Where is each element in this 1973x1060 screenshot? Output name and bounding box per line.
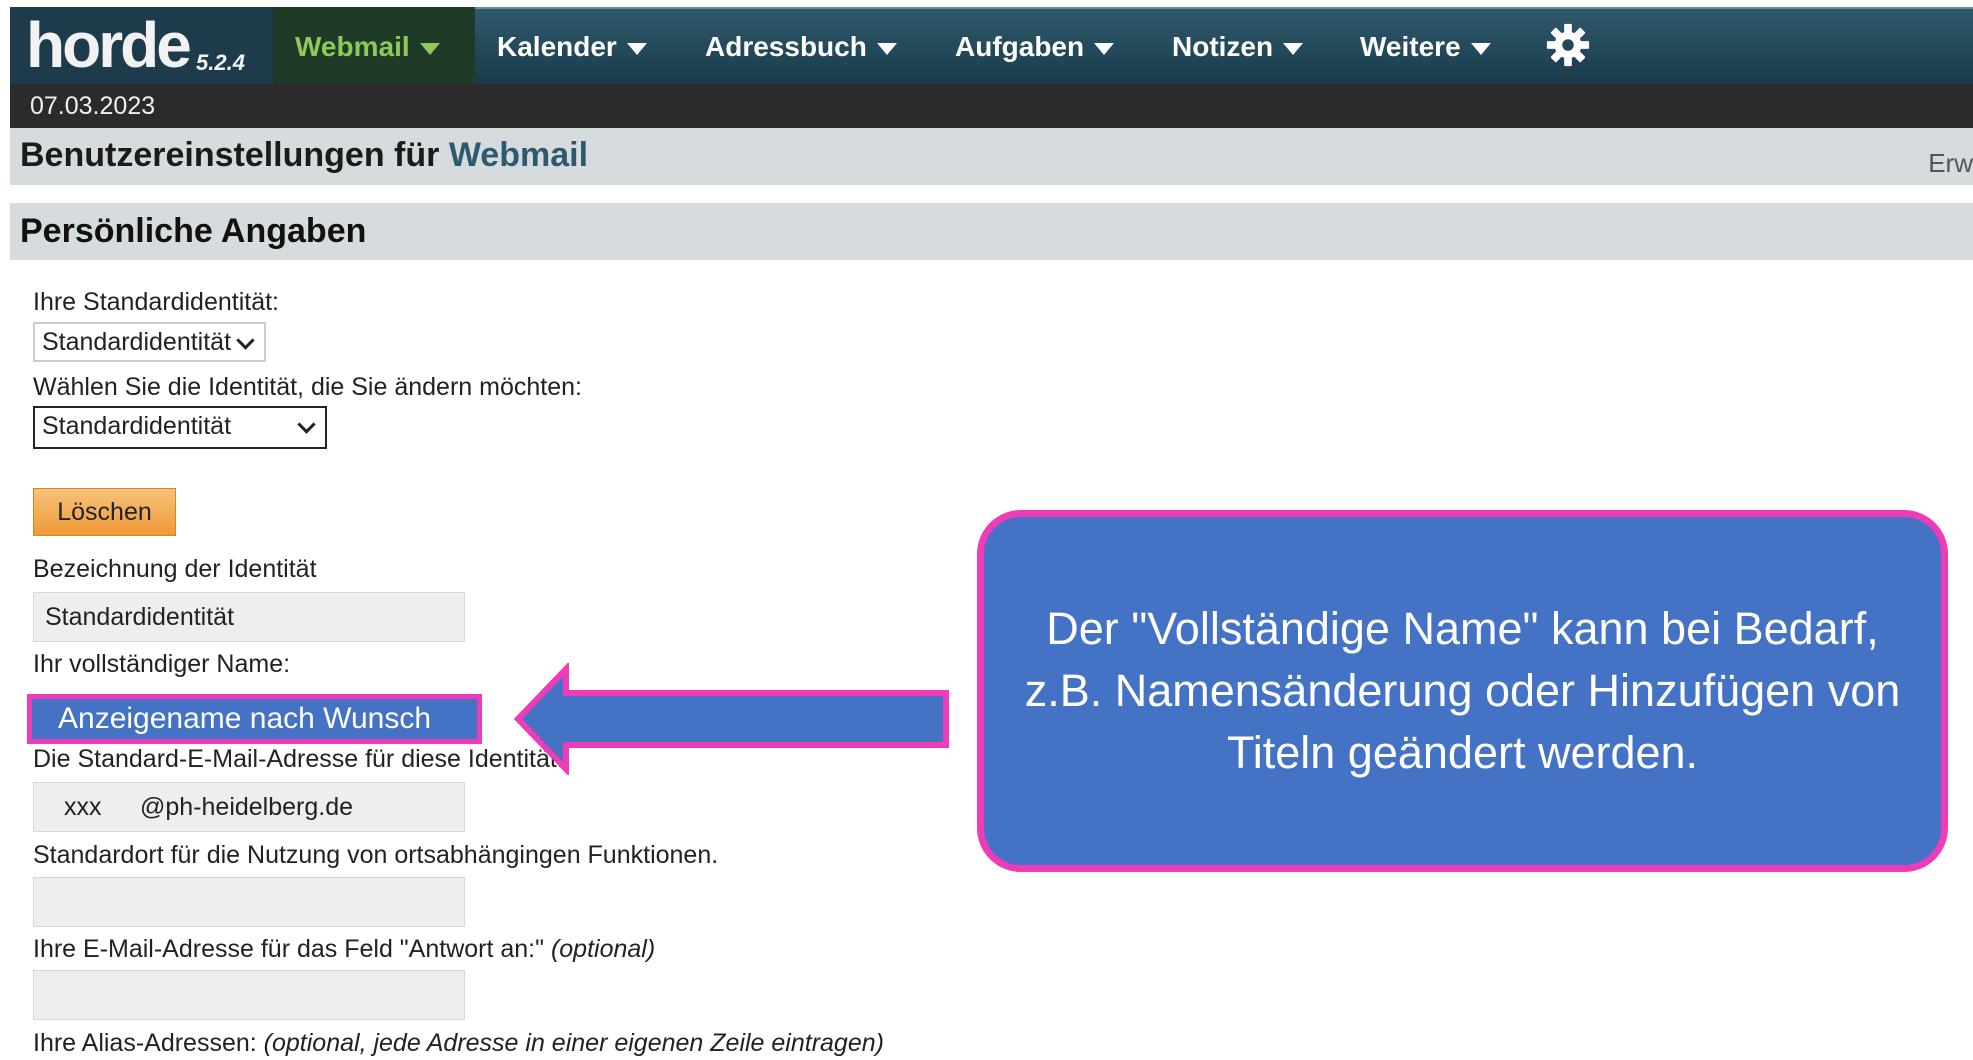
caret-down-icon xyxy=(876,42,897,55)
location-label: Standardort für die Nutzung von ortsabhä… xyxy=(33,841,719,869)
edit-identity-label: Wählen Sie die Identität, die Sie ändern… xyxy=(33,373,582,401)
caret-down-icon xyxy=(626,42,647,55)
default-identity-value: Standardidentität xyxy=(42,328,232,356)
nav-item-notizen[interactable]: Notizen xyxy=(1172,27,1304,67)
nav-item-kalender[interactable]: Kalender xyxy=(497,27,647,67)
header-right-link[interactable]: Erw xyxy=(1928,148,1973,179)
location-input[interactable] xyxy=(33,877,465,927)
caret-down-icon xyxy=(1283,42,1304,55)
edit-identity-value: Standardidentität xyxy=(42,412,232,440)
nav-item-aufgaben[interactable]: Aufgaben xyxy=(955,27,1115,67)
annotation-callout: Der "Vollständige Name" kann bei Bedarf,… xyxy=(977,510,1948,872)
alias-hint: (optional, jede Adresse in einer eigenen… xyxy=(263,1029,884,1057)
nav-item-label: Adressbuch xyxy=(705,31,867,62)
full-name-input[interactable]: Anzeigename nach Wunsch xyxy=(27,694,482,744)
horde-logo[interactable]: horde 5.2.4 xyxy=(10,7,273,84)
gear-icon[interactable] xyxy=(1545,22,1591,68)
section-title: Persönliche Angaben xyxy=(20,212,367,250)
page-title-prefix: Benutzereinstellungen für xyxy=(20,136,440,174)
left-arrow-icon xyxy=(513,663,949,775)
replyto-input[interactable] xyxy=(33,970,465,1020)
alias-label: Ihre Alias-Adressen: (optional, jede Adr… xyxy=(33,1029,884,1058)
alias-label-text: Ihre Alias-Adressen: xyxy=(33,1029,257,1057)
section-header: Persönliche Angaben xyxy=(10,203,1973,260)
nav-item-adressbuch[interactable]: Adressbuch xyxy=(705,27,897,67)
nav-item-webmail-container: Webmail xyxy=(273,7,475,84)
current-date: 07.03.2023 xyxy=(30,92,156,120)
full-name-label: Ihr vollständiger Name: xyxy=(33,650,291,678)
nav-item-label: Weitere xyxy=(1360,31,1461,62)
identity-name-label: Bezeichnung der Identität xyxy=(33,555,317,583)
callout-text: Der "Vollständige Name" kann bei Bedarf,… xyxy=(1024,603,1901,778)
nav-item-label: Notizen xyxy=(1172,31,1274,62)
nav-item-label: Kalender xyxy=(497,31,617,62)
nav-item-webmail[interactable]: Webmail xyxy=(295,27,440,67)
replyto-label-text: Ihre E-Mail-Adresse für das Feld "Antwor… xyxy=(33,935,544,963)
date-bar: 07.03.2023 xyxy=(10,84,1973,128)
default-identity-label: Ihre Standardidentität: xyxy=(33,288,279,316)
identity-name-input[interactable]: Standardidentität xyxy=(33,592,465,642)
delete-button[interactable]: Löschen xyxy=(33,488,176,536)
caret-down-icon xyxy=(419,42,440,55)
email-input[interactable]: xxx @ph-heidelberg.de xyxy=(33,782,465,832)
chevron-down-icon xyxy=(297,415,316,434)
page-header: Benutzereinstellungen für Webmail Erw xyxy=(10,128,1973,185)
logo-wordmark: horde xyxy=(26,9,192,81)
replyto-optional-hint: (optional) xyxy=(550,935,656,963)
email-local-part: xxx xyxy=(64,793,102,821)
page-title-app: Webmail xyxy=(448,136,589,174)
nav-item-label: Aufgaben xyxy=(955,31,1085,62)
email-label: Die Standard-E-Mail-Adresse für diese Id… xyxy=(33,745,564,773)
nav-item-weitere[interactable]: Weitere xyxy=(1360,27,1491,67)
nav-item-label: Webmail xyxy=(295,31,410,62)
edit-identity-select[interactable]: Standardidentität xyxy=(33,406,327,449)
chevron-down-icon xyxy=(236,331,255,350)
email-domain: @ph-heidelberg.de xyxy=(140,793,354,821)
caret-down-icon xyxy=(1094,42,1115,55)
caret-down-icon xyxy=(1470,42,1491,55)
default-identity-select[interactable]: Standardidentität xyxy=(33,322,266,362)
replyto-label: Ihre E-Mail-Adresse für das Feld "Antwor… xyxy=(33,935,655,964)
page-title: Benutzereinstellungen für Webmail xyxy=(20,136,588,175)
logo-version: 5.2.4 xyxy=(196,50,245,75)
